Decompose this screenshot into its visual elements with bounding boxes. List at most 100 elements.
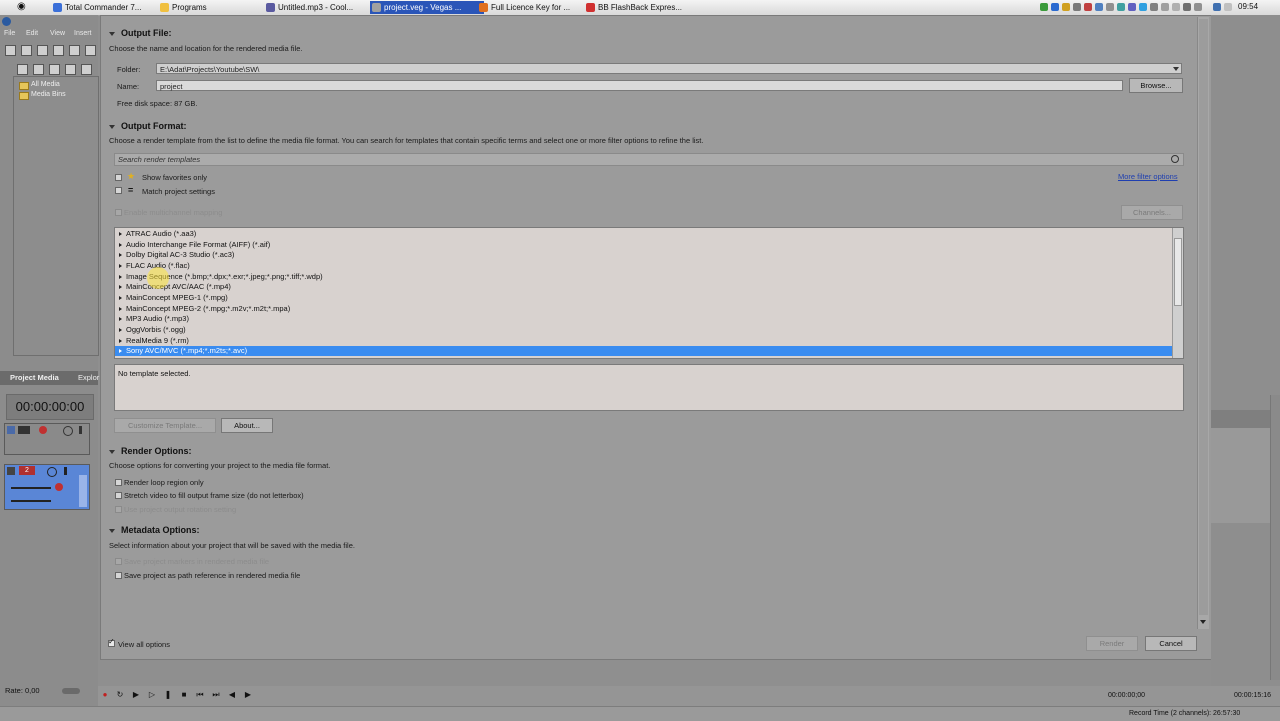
vertical-scrollbar[interactable] bbox=[1270, 395, 1280, 680]
template-row[interactable]: FLAC Audio (*.flac) bbox=[115, 261, 1172, 271]
task-firefox[interactable]: Full Licence Key for ... bbox=[477, 1, 586, 14]
media-tool-icon[interactable] bbox=[17, 64, 28, 75]
tree-item-media-bins[interactable]: Media Bins bbox=[31, 91, 66, 98]
task-total-commander[interactable]: Total Commander 7... bbox=[51, 1, 160, 14]
task-cool-edit[interactable]: Untitled.mp3 - Cool... bbox=[264, 1, 373, 14]
tray-icon[interactable] bbox=[1073, 3, 1081, 11]
tray-icon[interactable] bbox=[1150, 3, 1158, 11]
tray-icon[interactable] bbox=[1084, 3, 1092, 11]
tab-project-media[interactable]: Project Media bbox=[10, 373, 59, 382]
gear-icon[interactable] bbox=[39, 426, 47, 434]
mute-icon[interactable] bbox=[63, 426, 73, 436]
search-icon[interactable] bbox=[1171, 155, 1179, 163]
save-icon[interactable] bbox=[37, 45, 48, 56]
expand-icon[interactable] bbox=[119, 232, 122, 236]
expand-icon[interactable] bbox=[119, 349, 122, 353]
channels-button[interactable]: Channels... bbox=[1121, 205, 1183, 220]
zoom-icon[interactable] bbox=[81, 64, 92, 75]
show-favorites-checkbox[interactable] bbox=[115, 174, 122, 181]
template-list[interactable]: ATRAC Audio (*.aa3) Audio Interchange Fi… bbox=[114, 227, 1184, 359]
mute-icon[interactable] bbox=[47, 467, 57, 477]
tree-item-all-media[interactable]: All Media bbox=[31, 81, 60, 88]
expand-icon[interactable] bbox=[119, 243, 122, 247]
output-file-header[interactable]: Output File: bbox=[109, 28, 172, 38]
metadata-options-header[interactable]: Metadata Options: bbox=[109, 525, 200, 535]
media-tool-icon[interactable] bbox=[33, 64, 44, 75]
volume-slider[interactable] bbox=[11, 487, 51, 489]
match-project-checkbox[interactable] bbox=[115, 187, 122, 194]
template-row[interactable]: OggVorbis (*.ogg) bbox=[115, 325, 1172, 335]
play-from-start-icon[interactable]: ▶ bbox=[131, 690, 141, 700]
template-row[interactable]: Image Sequence (*.bmp;*.dpx;*.exr;*.jpeg… bbox=[115, 272, 1172, 282]
customize-template-button[interactable]: Customize Template... bbox=[114, 418, 216, 433]
output-format-header[interactable]: Output Format: bbox=[109, 121, 187, 131]
menu-file[interactable]: File bbox=[4, 30, 15, 37]
video-track-header[interactable] bbox=[4, 423, 90, 455]
tray-icon[interactable] bbox=[1128, 3, 1136, 11]
template-row[interactable]: MainConcept MPEG-1 (*.mpg) bbox=[115, 293, 1172, 303]
menu-view[interactable]: View bbox=[50, 30, 65, 37]
view-all-options-label[interactable]: View all options bbox=[118, 640, 170, 649]
task-programs[interactable]: Programs bbox=[158, 1, 267, 14]
open-icon[interactable] bbox=[21, 45, 32, 56]
tray-icon[interactable] bbox=[1224, 3, 1232, 11]
expand-icon[interactable] bbox=[119, 317, 122, 321]
render-options-header[interactable]: Render Options: bbox=[109, 446, 192, 456]
tray-icon[interactable] bbox=[1051, 3, 1059, 11]
solo-icon[interactable] bbox=[79, 426, 82, 434]
tray-icon[interactable] bbox=[1161, 3, 1169, 11]
prev-frame-icon[interactable]: ◀ bbox=[227, 690, 237, 700]
render-button[interactable]: Render bbox=[1086, 636, 1138, 651]
scroll-thumb[interactable] bbox=[1174, 238, 1182, 306]
chevron-down-icon[interactable] bbox=[1200, 620, 1206, 624]
go-to-end-icon[interactable]: ⏭ bbox=[211, 690, 221, 700]
stretch-video-label[interactable]: Stretch video to fill output frame size … bbox=[124, 491, 304, 500]
save-markers-checkbox[interactable] bbox=[115, 558, 122, 565]
next-frame-icon[interactable]: ▶ bbox=[243, 690, 253, 700]
template-row[interactable]: Dolby Digital AC-3 Studio (*.ac3) bbox=[115, 250, 1172, 260]
save-path-checkbox[interactable] bbox=[115, 572, 122, 579]
tray-icon[interactable] bbox=[1117, 3, 1125, 11]
search-templates-input[interactable]: Search render templates bbox=[114, 153, 1184, 166]
dialog-scrollbar[interactable] bbox=[1197, 17, 1209, 629]
toolbar-icon[interactable] bbox=[85, 45, 96, 56]
template-list-scrollbar[interactable] bbox=[1172, 228, 1183, 358]
rate-slider[interactable] bbox=[62, 688, 80, 694]
tray-icon[interactable] bbox=[1139, 3, 1147, 11]
rotation-checkbox[interactable] bbox=[115, 506, 122, 513]
browse-button[interactable]: Browse... bbox=[1129, 78, 1183, 93]
loop-region-label[interactable]: Render loop region only bbox=[124, 478, 204, 487]
volume-icon[interactable] bbox=[1183, 3, 1191, 11]
tray-icon[interactable] bbox=[1172, 3, 1180, 11]
expand-icon[interactable] bbox=[119, 275, 122, 279]
template-row[interactable]: MainConcept MPEG-2 (*.mpg;*.m2v;*.m2t;*.… bbox=[115, 304, 1172, 314]
new-icon[interactable] bbox=[5, 45, 16, 56]
play-icon[interactable]: ▷ bbox=[147, 690, 157, 700]
audio-track-header[interactable]: 2 bbox=[4, 464, 90, 510]
expand-icon[interactable] bbox=[119, 296, 122, 300]
template-row-selected[interactable]: Sony AVC/MVC (*.mp4;*.m2ts;*.avc) bbox=[115, 346, 1172, 356]
multichannel-checkbox[interactable] bbox=[115, 209, 122, 216]
loop-region-checkbox[interactable] bbox=[115, 479, 122, 486]
expand-icon[interactable] bbox=[119, 285, 122, 289]
show-favorites-label[interactable]: Show favorites only bbox=[142, 173, 207, 182]
tray-icon[interactable] bbox=[1106, 3, 1114, 11]
network-icon[interactable] bbox=[1213, 3, 1221, 11]
media-tool-icon[interactable] bbox=[49, 64, 60, 75]
chevron-down-icon[interactable] bbox=[1173, 67, 1179, 71]
task-vegas[interactable]: project.veg - Vegas ... bbox=[370, 1, 484, 14]
pan-slider[interactable] bbox=[11, 500, 51, 502]
cancel-button[interactable]: Cancel bbox=[1145, 636, 1197, 651]
template-row[interactable]: MP3 Audio (*.mp3) bbox=[115, 314, 1172, 324]
media-tool-icon[interactable] bbox=[65, 64, 76, 75]
pause-icon[interactable]: ❚ bbox=[163, 690, 173, 700]
menu-edit[interactable]: Edit bbox=[26, 30, 38, 37]
expand-icon[interactable] bbox=[119, 264, 122, 268]
template-row[interactable]: MainConcept AVC/AAC (*.mp4) bbox=[115, 282, 1172, 292]
expand-icon[interactable] bbox=[119, 253, 122, 257]
tab-explorer[interactable]: Explor bbox=[78, 373, 99, 382]
expand-icon[interactable] bbox=[119, 307, 122, 311]
stretch-video-checkbox[interactable] bbox=[115, 492, 122, 499]
tray-icon[interactable] bbox=[1095, 3, 1103, 11]
template-row[interactable]: RealMedia 9 (*.rm) bbox=[115, 336, 1172, 346]
